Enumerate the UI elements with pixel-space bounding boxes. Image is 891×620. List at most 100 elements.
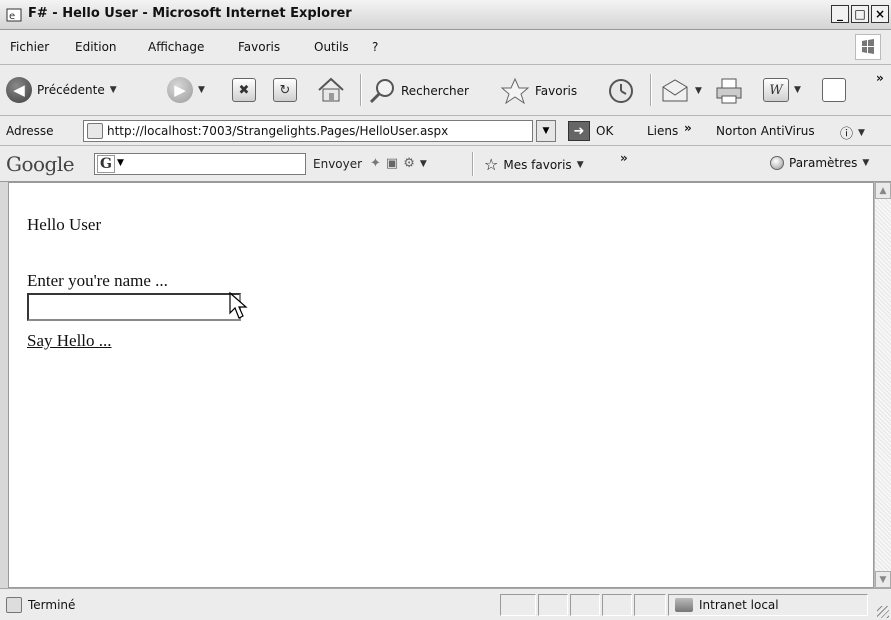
address-label: Adresse bbox=[6, 124, 54, 138]
menu-affichage[interactable]: Affichage bbox=[148, 40, 204, 54]
title-bar: e F# - Hello User - Microsoft Internet E… bbox=[0, 0, 891, 30]
favorites-label: Favoris bbox=[535, 84, 578, 98]
links-overflow[interactable]: » bbox=[684, 121, 692, 135]
google-logo: Google bbox=[6, 152, 75, 176]
ie-app-icon: e bbox=[6, 8, 22, 22]
star-outline-icon: ☆ bbox=[484, 155, 499, 174]
chevron-down-icon: ▼ bbox=[576, 159, 584, 170]
vertical-scrollbar[interactable]: ▲ ▼ bbox=[874, 182, 891, 588]
svg-text:e: e bbox=[9, 11, 15, 22]
blank-page-button[interactable] bbox=[822, 78, 846, 102]
status-panel bbox=[570, 594, 600, 616]
chevron-down-icon: ▼ bbox=[794, 85, 801, 95]
search-label: Rechercher bbox=[401, 84, 469, 98]
scroll-up-button[interactable]: ▲ bbox=[875, 182, 891, 199]
word-icon: W bbox=[763, 78, 789, 102]
google-toolbar: Google G ▼ Envoyer ✦ ▣ ⚙ ▼ ☆ Mes favoris… bbox=[0, 146, 891, 182]
refresh-icon: ↻ bbox=[273, 78, 297, 102]
print-icon bbox=[716, 78, 742, 104]
print-button[interactable] bbox=[714, 77, 744, 105]
status-bar: Terminé Intranet local bbox=[0, 588, 891, 620]
browser-window: e F# - Hello User - Microsoft Internet E… bbox=[0, 0, 891, 620]
chevron-down-icon: ▼ bbox=[419, 158, 427, 169]
word-button[interactable]: W ▼ bbox=[763, 78, 801, 102]
maximize-button[interactable]: □ bbox=[851, 5, 869, 23]
back-arrow-icon: ◀ bbox=[6, 77, 32, 103]
google-send-button[interactable]: Envoyer bbox=[313, 157, 362, 171]
page-content: Hello User Enter you're name ... Say Hel… bbox=[8, 182, 874, 588]
home-icon bbox=[318, 77, 344, 102]
menu-favoris[interactable]: Favoris bbox=[238, 40, 280, 54]
status-left: Terminé bbox=[6, 597, 75, 613]
address-url[interactable]: http://localhost:7003/Strangelights.Page… bbox=[107, 124, 448, 138]
menu-help[interactable]: ? bbox=[372, 40, 378, 54]
status-panel bbox=[500, 594, 536, 616]
history-icon bbox=[609, 79, 633, 103]
settings-circle-icon bbox=[770, 156, 784, 170]
status-panel bbox=[634, 594, 666, 616]
mail-button[interactable]: ▼ bbox=[660, 77, 702, 105]
zone-text: Intranet local bbox=[699, 598, 779, 612]
toolbar-overflow-button[interactable]: » bbox=[876, 71, 884, 85]
norton-antivirus-button[interactable]: Norton AntiVirus bbox=[716, 124, 815, 138]
go-arrow-icon[interactable]: ➜ bbox=[568, 121, 590, 141]
address-dropdown-button[interactable]: ▼ bbox=[536, 120, 556, 142]
window-title: F# - Hello User - Microsoft Internet Exp… bbox=[28, 6, 352, 21]
toolbar-separator bbox=[472, 152, 474, 176]
google-search-input[interactable]: G ▼ bbox=[94, 153, 306, 175]
window-controls: _ □ × bbox=[831, 5, 889, 23]
standard-toolbar: ◀ Précédente ▼ ▶ ▼ ✖ ↻ Rechercher Favori… bbox=[0, 65, 891, 116]
security-zone: Intranet local bbox=[668, 594, 868, 616]
home-button[interactable] bbox=[316, 76, 346, 104]
sparkle-icon: ✦ bbox=[370, 156, 381, 171]
name-prompt-label: Enter you're name ... bbox=[27, 271, 168, 290]
stop-button[interactable]: ✖ bbox=[232, 78, 256, 102]
google-overflow-button[interactable]: » bbox=[620, 151, 628, 165]
settings-button[interactable]: Paramètres ▼ bbox=[770, 156, 869, 170]
intranet-icon bbox=[675, 598, 693, 612]
mail-icon bbox=[662, 79, 688, 102]
page-heading: Hello User bbox=[27, 215, 102, 234]
menu-outils[interactable]: Outils bbox=[314, 40, 349, 54]
search-magnifier-icon bbox=[369, 79, 394, 104]
close-button[interactable]: × bbox=[871, 5, 889, 23]
chevron-down-icon: ▼ bbox=[198, 85, 205, 95]
windows-logo-icon bbox=[855, 34, 881, 60]
options-icon: ⚙ bbox=[403, 156, 415, 171]
minimize-button[interactable]: _ bbox=[831, 5, 849, 23]
scroll-down-button[interactable]: ▼ bbox=[875, 571, 891, 588]
resize-grip[interactable] bbox=[877, 606, 889, 618]
address-bar: Adresse http://localhost:7003/Strangelig… bbox=[0, 116, 891, 146]
mouse-cursor-icon bbox=[229, 291, 248, 319]
status-panel bbox=[538, 594, 568, 616]
go-button[interactable]: OK bbox=[596, 124, 613, 138]
chevron-down-icon: ▼ bbox=[109, 85, 117, 95]
search-button[interactable]: Rechercher bbox=[368, 77, 469, 105]
forward-button[interactable]: ▶ ▼ bbox=[167, 77, 205, 103]
chevron-down-icon: ▼ bbox=[117, 158, 124, 168]
chevron-down-icon: ▼ bbox=[695, 86, 702, 96]
name-input[interactable] bbox=[27, 293, 241, 321]
forward-arrow-icon: ▶ bbox=[167, 77, 193, 103]
links-button[interactable]: Liens bbox=[647, 124, 678, 138]
mes-favoris-button[interactable]: ☆ Mes favoris ▼ bbox=[484, 155, 584, 174]
page-done-icon bbox=[6, 597, 22, 613]
address-input[interactable]: http://localhost:7003/Strangelights.Page… bbox=[83, 120, 533, 142]
chevron-down-icon: ▼ bbox=[862, 158, 870, 168]
say-hello-link[interactable]: Say Hello ... bbox=[27, 331, 112, 351]
google-tools-icons[interactable]: ✦ ▣ ⚙ ▼ bbox=[370, 156, 427, 171]
favorites-button[interactable]: Favoris bbox=[500, 77, 577, 105]
favorites-star-icon bbox=[500, 77, 530, 105]
blank-page-icon bbox=[822, 78, 846, 102]
status-panel bbox=[602, 594, 632, 616]
blocker-icon: ▣ bbox=[385, 156, 399, 171]
back-button[interactable]: ◀ Précédente ▼ bbox=[6, 77, 117, 103]
settings-label: Paramètres bbox=[789, 156, 858, 170]
menu-fichier[interactable]: Fichier bbox=[10, 40, 49, 54]
refresh-button[interactable]: ↻ bbox=[273, 78, 297, 102]
menu-edition[interactable]: Edition bbox=[75, 40, 117, 54]
mes-favoris-label: Mes favoris bbox=[503, 157, 572, 172]
page-icon bbox=[87, 123, 103, 139]
history-button[interactable] bbox=[606, 77, 636, 105]
norton-icon[interactable]: ⓘ ▼ bbox=[840, 123, 865, 142]
